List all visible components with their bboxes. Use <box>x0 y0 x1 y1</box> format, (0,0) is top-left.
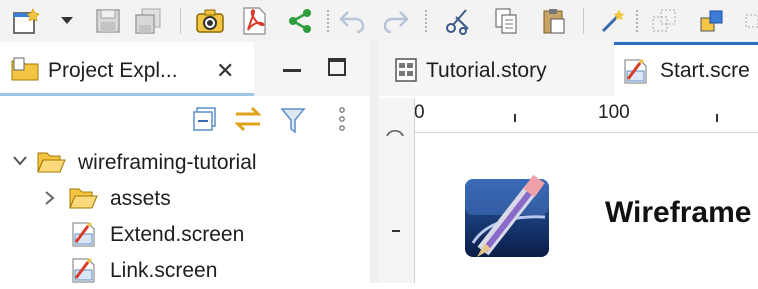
filter-icon[interactable] <box>280 106 306 139</box>
screen-file-icon <box>70 220 98 253</box>
copy-icon[interactable] <box>488 6 524 36</box>
toolbar-separator <box>583 8 584 34</box>
ruler-label: 0 <box>414 102 425 123</box>
tab-project-explorer[interactable]: Project Expl... ✕ <box>0 42 254 96</box>
arrange-icon[interactable] <box>694 6 730 36</box>
toolbar-separator <box>327 10 331 32</box>
horizontal-ruler: 0 100 <box>414 98 758 133</box>
close-icon[interactable]: ✕ <box>216 58 234 84</box>
save-all-icon[interactable] <box>130 6 166 36</box>
share-icon[interactable] <box>282 6 318 36</box>
tab-label: Tutorial.story <box>426 59 547 82</box>
wireframesketcher-logo-icon <box>463 173 551 264</box>
resize-icon[interactable] <box>646 6 682 36</box>
project-explorer-title: Project Expl... <box>48 59 178 82</box>
ruler-marker-icon <box>386 130 404 137</box>
export-pdf-icon[interactable] <box>236 6 272 36</box>
more-icon[interactable] <box>738 6 758 36</box>
screen-file-icon <box>622 57 650 90</box>
editor-tabbar: Tutorial.story Start.scre <box>378 42 758 96</box>
link-with-editor-icon[interactable] <box>232 106 264 137</box>
tab-label: Start.scre <box>660 59 750 82</box>
undo-icon[interactable] <box>334 6 370 36</box>
toolbar-separator <box>180 8 181 34</box>
wireframe-canvas[interactable]: Wireframe <box>415 133 758 283</box>
new-wizard-icon[interactable] <box>8 6 44 36</box>
chevron-down-icon[interactable] <box>12 154 28 172</box>
screen-file-icon <box>70 256 98 289</box>
save-icon[interactable] <box>90 6 126 36</box>
tree-item-label: assets <box>110 187 171 210</box>
tree-item-screen[interactable]: Extend.screen <box>0 218 370 250</box>
cut-icon[interactable] <box>440 6 476 36</box>
story-file-icon <box>394 57 418 88</box>
project-explorer-panel: Project Expl... ✕ wireframing-tutorial a… <box>0 42 370 283</box>
project-explorer-icon <box>10 56 40 89</box>
ruler-tick <box>392 230 400 232</box>
tree-item-folder[interactable]: assets <box>0 182 370 214</box>
tree-item-label: Extend.screen <box>110 223 245 246</box>
ruler-tick <box>716 114 718 122</box>
vertical-ruler <box>378 98 415 283</box>
ruler-label: 100 <box>598 102 630 123</box>
main-toolbar <box>0 0 758 42</box>
maximize-icon[interactable] <box>328 58 346 81</box>
magic-wand-icon[interactable] <box>594 6 630 36</box>
tab-start-screen[interactable]: Start.scre <box>614 42 758 96</box>
screenshot-camera-icon[interactable] <box>192 6 228 36</box>
dropdown-arrow-icon[interactable] <box>58 6 76 36</box>
tree-item-project[interactable]: wireframing-tutorial <box>0 146 370 178</box>
open-folder-icon <box>68 186 98 215</box>
tree-item-screen[interactable]: Link.screen <box>0 254 370 286</box>
tab-tutorial-story[interactable]: Tutorial.story <box>378 42 614 96</box>
minimize-icon[interactable] <box>283 61 301 79</box>
redo-icon[interactable] <box>378 6 414 36</box>
collapse-all-icon[interactable] <box>192 106 218 137</box>
panel-splitter[interactable] <box>370 42 378 283</box>
app-title: Wireframe <box>605 196 752 229</box>
tree-item-label: wireframing-tutorial <box>78 151 257 174</box>
editor-panel: Tutorial.story Start.scre 0 100 Wirefram… <box>378 42 758 283</box>
toolbar-separator <box>636 10 640 32</box>
open-folder-icon <box>36 150 66 179</box>
project-explorer-tabbar: Project Expl... ✕ <box>0 42 370 96</box>
toolbar-separator <box>425 10 429 32</box>
view-menu-icon[interactable] <box>338 106 346 137</box>
tree-item-label: Link.screen <box>110 259 218 282</box>
ruler-tick <box>514 114 516 122</box>
paste-icon[interactable] <box>536 6 572 36</box>
chevron-right-icon[interactable] <box>44 190 56 211</box>
